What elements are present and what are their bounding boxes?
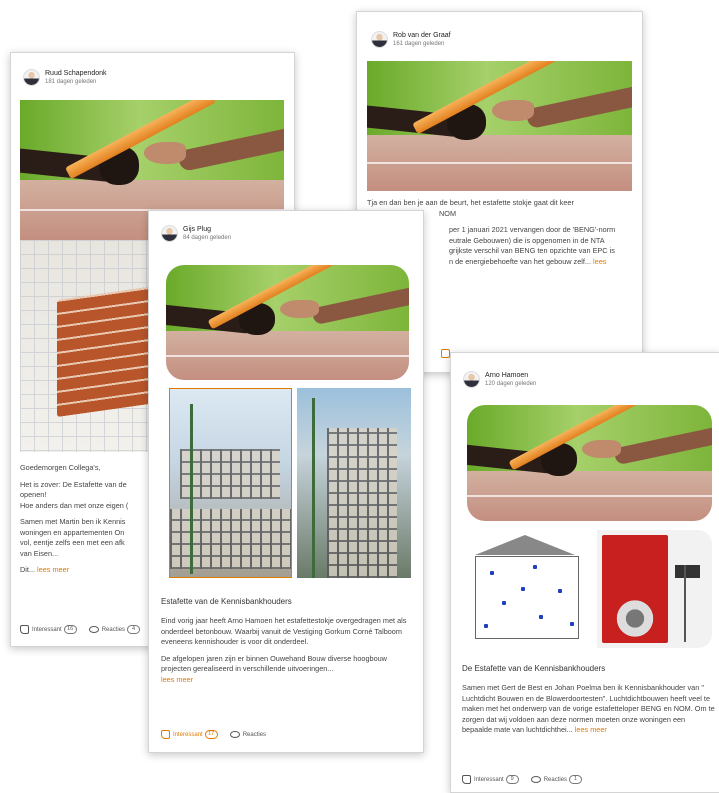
post-footer: Interessant 16 Reacties 4 xyxy=(20,625,152,634)
read-more-link[interactable]: lees meer xyxy=(161,675,413,686)
avatar[interactable] xyxy=(161,225,178,242)
relay-baton-image xyxy=(467,405,712,521)
like-label: Interessant xyxy=(32,626,62,633)
comments-button[interactable]: Reacties 1 xyxy=(530,775,583,784)
post-age: 120 dagen geleden xyxy=(485,380,537,387)
like-count: 17 xyxy=(204,730,218,739)
comments-label: Reacties xyxy=(101,626,126,633)
thumbs-up-icon xyxy=(20,625,29,634)
post-footer: Interessant 17 Reacties xyxy=(161,730,278,739)
like-label: Interessant xyxy=(474,776,504,783)
post-header: Ruud Schapendonk 181 dagen geleden xyxy=(23,69,107,86)
post-header: Rob van der Graaf 161 dagen geleden xyxy=(371,31,451,48)
read-more-link[interactable]: lees meer xyxy=(575,725,607,734)
post-header: Gijs Plug 84 dagen geleden xyxy=(161,225,231,242)
post-title[interactable]: Estafette van de Kennisbankhouders xyxy=(161,596,292,607)
author-name[interactable]: Rob van der Graaf xyxy=(393,32,451,40)
author-name[interactable]: Gijs Plug xyxy=(183,226,231,234)
post-age: 84 dagen geleden xyxy=(183,234,232,241)
comments-button[interactable]: Reacties xyxy=(229,731,267,738)
like-count: 9 xyxy=(505,775,519,784)
thumbs-up-icon xyxy=(161,730,170,739)
like-label: Interessant xyxy=(173,731,203,738)
speech-bubble-icon xyxy=(530,776,541,783)
post-footer: Interessant 9 Reacties 1 xyxy=(462,775,594,784)
post-age: 181 dagen geleden xyxy=(45,78,97,85)
post-age: 161 dagen geleden xyxy=(393,40,445,47)
comments-label: Reacties xyxy=(543,776,568,783)
house-airtightness-diagram xyxy=(465,530,589,648)
comments-label: Reacties xyxy=(242,731,267,738)
post-card-gijs[interactable]: Gijs Plug 84 dagen geleden Estafette van… xyxy=(148,210,424,753)
speech-bubble-icon xyxy=(88,626,99,633)
thumbs-up-icon xyxy=(462,775,471,784)
post-text: Samen met Gert de Best en Johan Poelma b… xyxy=(462,683,716,736)
relay-baton-image xyxy=(166,265,409,380)
like-button[interactable]: Interessant 17 xyxy=(161,730,218,739)
avatar[interactable] xyxy=(23,69,40,86)
paragraph: Eind vorig jaar heeft Arno Hamoen het es… xyxy=(161,616,407,646)
thumbs-up-icon[interactable] xyxy=(441,349,450,358)
post-title[interactable]: De Estafette van de Kennisbankhouders xyxy=(462,663,605,674)
like-button[interactable]: Interessant 16 xyxy=(20,625,77,634)
comment-count: 4 xyxy=(127,625,141,634)
highrise-construction-photo xyxy=(297,388,411,578)
post-text: Eind vorig jaar heeft Arno Hamoen het es… xyxy=(161,616,413,685)
text-line: Tja en dan ben je aan de beurt, het esta… xyxy=(367,198,574,207)
read-more-link[interactable]: lees xyxy=(593,257,606,266)
avatar[interactable] xyxy=(463,371,480,388)
blower-door-test-photo xyxy=(597,530,712,648)
avatar[interactable] xyxy=(371,31,388,48)
post-header: Arno Hamoen 120 dagen geleden xyxy=(463,371,536,388)
paragraph: De afgelopen jaren zijn er binnen Ouweha… xyxy=(161,653,387,674)
construction-photo-collage xyxy=(169,388,292,578)
author-name[interactable]: Arno Hamoen xyxy=(485,372,536,380)
comment-count: 1 xyxy=(569,775,583,784)
like-count: 16 xyxy=(63,625,77,634)
read-more-link[interactable]: lees meer xyxy=(37,565,69,574)
text-line: Dit... xyxy=(20,565,35,574)
relay-baton-image xyxy=(367,61,632,191)
author-name[interactable]: Ruud Schapendonk xyxy=(45,70,107,78)
post-card-arno[interactable]: Arno Hamoen 120 dagen geleden De Estafet… xyxy=(450,352,719,793)
like-button[interactable]: Interessant 9 xyxy=(462,775,519,784)
speech-bubble-icon xyxy=(229,731,240,738)
text-line: n de energiebehoefte van het gebouw zelf… xyxy=(449,256,591,266)
comments-button[interactable]: Reacties 4 xyxy=(88,625,141,634)
